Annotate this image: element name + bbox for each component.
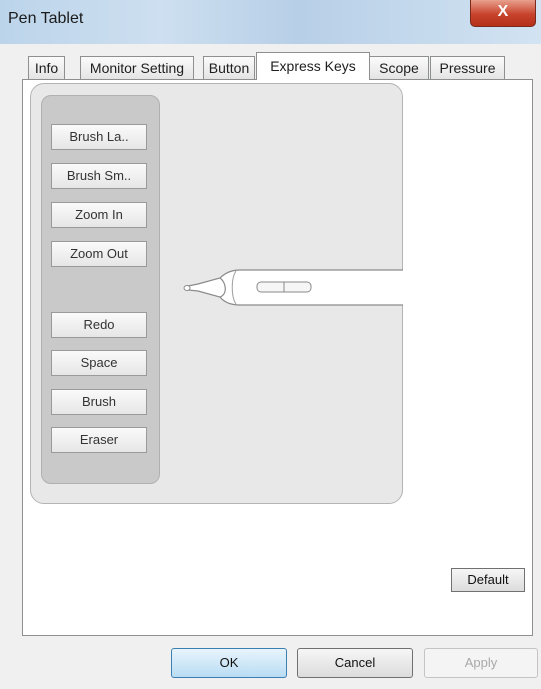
title-bar[interactable]: Pen Tablet X bbox=[0, 0, 541, 44]
apply-button[interactable]: Apply bbox=[424, 648, 538, 678]
ok-button[interactable]: OK bbox=[171, 648, 287, 678]
express-key-6[interactable]: Space bbox=[51, 350, 147, 376]
default-button[interactable]: Default bbox=[451, 568, 525, 592]
tab-button[interactable]: Button bbox=[203, 56, 255, 79]
express-key-1[interactable]: Brush La.. bbox=[51, 124, 147, 150]
cancel-button[interactable]: Cancel bbox=[297, 648, 413, 678]
tab-pressure[interactable]: Pressure bbox=[430, 56, 505, 79]
express-keys-strip bbox=[41, 95, 160, 484]
tab-scope[interactable]: Scope bbox=[369, 56, 429, 79]
close-button[interactable]: X bbox=[470, 0, 536, 27]
pen-tablet-window: Pen Tablet X Info Monitor Setting Button… bbox=[0, 0, 541, 689]
tab-info[interactable]: Info bbox=[28, 56, 65, 79]
pen-icon bbox=[183, 269, 403, 306]
express-key-4[interactable]: Zoom Out bbox=[51, 241, 147, 267]
express-key-7[interactable]: Brush bbox=[51, 389, 147, 415]
express-key-8[interactable]: Eraser bbox=[51, 427, 147, 453]
tab-monitor-setting[interactable]: Monitor Setting bbox=[80, 56, 194, 79]
express-key-3[interactable]: Zoom In bbox=[51, 202, 147, 228]
window-title: Pen Tablet bbox=[8, 10, 84, 27]
pen-illustration bbox=[183, 269, 403, 306]
express-key-2[interactable]: Brush Sm.. bbox=[51, 163, 147, 189]
tab-express-keys[interactable]: Express Keys bbox=[256, 52, 370, 80]
express-key-5[interactable]: Redo bbox=[51, 312, 147, 338]
